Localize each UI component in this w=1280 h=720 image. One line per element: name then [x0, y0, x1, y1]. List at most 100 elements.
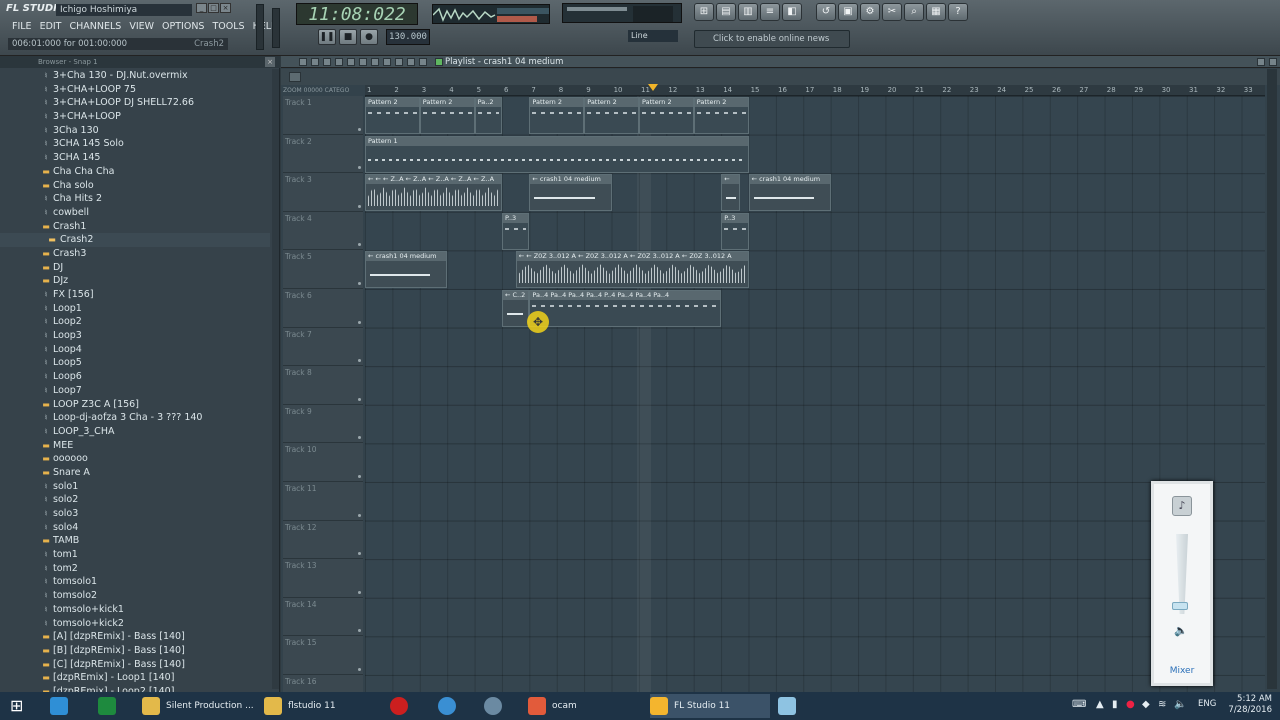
playlist-clip[interactable]: P..3 — [502, 212, 530, 250]
menu-tools[interactable]: TOOLS — [208, 20, 248, 34]
antivirus-icon[interactable]: ● — [1126, 699, 1135, 710]
zoom-icon[interactable]: ⌕ — [904, 3, 924, 21]
network-icon[interactable]: ▮ — [1112, 699, 1118, 710]
playlist-clip[interactable]: Pattern 2 — [419, 97, 475, 134]
browser-item[interactable]: ▬ [C] [dzpREmix] - Bass [140] — [0, 658, 270, 672]
browser-item[interactable]: ♮ 3+CHA+LOOP DJ SHELL72.66 — [0, 96, 270, 110]
playlist-clip[interactable]: ← — [721, 174, 741, 212]
track-header[interactable]: Track 13 — [283, 559, 363, 598]
undo-icon[interactable]: ↺ — [816, 3, 836, 21]
browser-item[interactable]: ▬ DJ — [0, 261, 270, 275]
taskbar-item-explorer[interactable]: Silent Production ... — [142, 694, 254, 718]
windows-start-icon[interactable]: ⊞ — [10, 696, 30, 716]
playlist-tool-icon[interactable] — [371, 58, 379, 66]
settings-icon[interactable]: ⚙ — [860, 3, 880, 21]
browser-item[interactable]: ▬ Crash3 — [0, 247, 270, 261]
track-header[interactable]: Track 15 — [283, 636, 363, 675]
playlist-clip[interactable]: Pattern 2 — [365, 97, 420, 134]
song-position-clock[interactable]: 11:08:022 — [296, 3, 418, 25]
track-mute-icon[interactable] — [358, 281, 361, 285]
playlist-clip[interactable]: ← crash1 04 medium — [529, 174, 612, 212]
playlist-tool-icon[interactable] — [347, 58, 355, 66]
browser-item[interactable]: ▬ oooooo — [0, 452, 270, 466]
mixer-link[interactable]: Mixer — [1154, 666, 1210, 676]
save-icon[interactable]: ▣ — [838, 3, 858, 21]
browser-item[interactable]: ♮ tom1 — [0, 548, 270, 562]
browser-item[interactable]: ▬ [dzpREmix] - Loop1 [140] — [0, 671, 270, 685]
menu-options[interactable]: OPTIONS — [158, 20, 208, 34]
language-indicator[interactable]: ENG — [1198, 699, 1216, 709]
playlist-clip[interactable]: Pattern 2 — [693, 97, 749, 134]
browser-item[interactable]: ♮ tom2 — [0, 562, 270, 576]
track-mute-icon[interactable] — [358, 513, 361, 517]
browser-close-icon[interactable]: × — [265, 57, 275, 67]
cut-icon[interactable]: ✂ — [882, 3, 902, 21]
zoom-category[interactable]: ZOOM 00000 CATEGO — [283, 85, 363, 96]
playlist-tool-icon[interactable] — [383, 58, 391, 66]
taskbar-item-flstudio[interactable]: FL Studio 11 — [650, 694, 771, 718]
playlist-tool-icon[interactable] — [359, 58, 367, 66]
track-mute-icon[interactable] — [358, 127, 361, 131]
playlist-clip[interactable]: ← crash1 04 medium — [365, 251, 448, 289]
taskbar-item-ocam[interactable]: ocam — [528, 694, 577, 718]
menu-file[interactable]: FILE — [8, 20, 36, 34]
minimize-icon[interactable]: _ — [196, 3, 207, 13]
keyboard-icon[interactable]: ⌨ — [1072, 699, 1086, 710]
tempo-display[interactable]: 130.000 — [386, 29, 430, 45]
tray-arrow-icon[interactable]: ▲ — [1096, 699, 1104, 710]
track-header[interactable]: Track 9 — [283, 404, 363, 444]
browser-item[interactable]: ♮ tomsolo+kick1 — [0, 603, 270, 617]
track-mute-icon[interactable] — [358, 243, 361, 247]
record-button[interactable]: ● — [360, 29, 378, 45]
track-header[interactable]: Track 12 — [283, 520, 363, 560]
browser-item[interactable]: ♮ Loop6 — [0, 370, 270, 384]
browser-item[interactable]: ▬ TAMB — [0, 534, 270, 548]
mute-speaker-icon[interactable]: 🔈 — [1174, 624, 1188, 637]
track-mute-icon[interactable] — [358, 629, 361, 633]
browser-item[interactable]: ♮ Loop3 — [0, 329, 270, 343]
timeline-ruler[interactable]: 1 2 3 4 5 6 7 8 9 10 11 12 13 14 15 16 17 18 19 20 21 22 23 24 2… — [365, 85, 1265, 96]
help-icon[interactable]: ? — [948, 3, 968, 21]
browser-item[interactable]: ▬ [B] [dzpREmix] - Bass [140] — [0, 644, 270, 658]
browser-item[interactable]: ♮ solo1 — [0, 480, 270, 494]
track-mute-icon[interactable] — [358, 166, 361, 170]
playlist-clip[interactable]: Pattern 2 — [639, 97, 694, 134]
online-news-bar[interactable]: Click to enable online news — [694, 30, 850, 48]
track-header[interactable]: Track 5 — [283, 250, 363, 289]
track-mute-icon[interactable] — [358, 436, 361, 440]
browser-item[interactable]: ♮ FX [156] — [0, 288, 270, 302]
browser-item[interactable]: ▬ [A] [dzpREmix] - Bass [140] — [0, 630, 270, 644]
track-header[interactable]: Track 14 — [283, 597, 363, 637]
playlist-clip[interactable]: P..3 — [721, 212, 749, 250]
close-icon[interactable]: × — [220, 3, 231, 13]
browser-item[interactable]: ♮ 3CHA 145 Solo — [0, 137, 270, 151]
playlist-tool-icon[interactable] — [299, 58, 307, 66]
camera-icon[interactable] — [484, 694, 508, 718]
browser-item[interactable]: ♮ Loop2 — [0, 315, 270, 329]
browser-item[interactable]: ▬ Snare A — [0, 466, 270, 480]
track-mute-icon[interactable] — [358, 590, 361, 594]
excel-icon[interactable] — [98, 694, 122, 718]
browser-item[interactable]: ♮ 3CHA 145 — [0, 151, 270, 165]
browser-item[interactable]: ♮ tomsolo1 — [0, 575, 270, 589]
playlist-clip[interactable]: Pa..4 Pa..4 Pa..4 Pa..4 P..4 Pa..4 Pa..4… — [529, 290, 722, 327]
master-volume-slider[interactable] — [256, 4, 264, 50]
menu-edit[interactable]: EDIT — [36, 20, 66, 34]
menu-channels[interactable]: CHANNELS — [66, 20, 126, 34]
playlist-icon[interactable]: ≡ — [760, 3, 780, 21]
playlist-tool-icon[interactable] — [311, 58, 319, 66]
browser-item[interactable]: ♮ solo3 — [0, 507, 270, 521]
opera-icon[interactable] — [390, 694, 414, 718]
channel-rack-icon[interactable]: ▤ — [716, 3, 736, 21]
pattern-picker-icon[interactable] — [289, 72, 301, 82]
browser-item[interactable]: ♮ 3+Cha 130 - DJ.Nut.overmix — [0, 69, 270, 83]
browser-item[interactable]: ▬ DJz — [0, 274, 270, 288]
menu-view[interactable]: VIEW — [125, 20, 158, 34]
playlist-clip[interactable]: Pattern 1 — [365, 135, 749, 173]
playlist-tool-icon[interactable] — [407, 58, 415, 66]
browser-item[interactable]: ♮ 3Cha 130 — [0, 124, 270, 138]
playlist-scrollbar[interactable] — [1267, 69, 1277, 689]
track-header[interactable]: Track 2 — [283, 134, 363, 174]
browser-item[interactable]: ♮ solo4 — [0, 521, 270, 535]
track-header[interactable]: Track 3 — [283, 173, 363, 212]
